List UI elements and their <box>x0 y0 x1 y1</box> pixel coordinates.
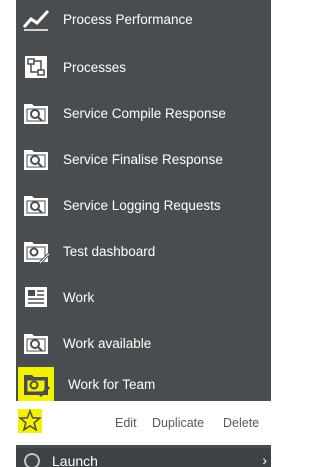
process-diagram-icon <box>25 56 47 78</box>
dashboard-search-icon <box>24 104 48 124</box>
launch-label: Launch <box>52 453 98 467</box>
launch-bar[interactable]: Launch › <box>16 448 271 467</box>
menu-item-processes[interactable]: Processes <box>16 44 271 90</box>
menu-item-label: Service Logging Requests <box>63 197 221 213</box>
menu-item-label: Test dashboard <box>63 243 156 259</box>
menu-item-label: Work available <box>63 335 152 351</box>
menu-item-work[interactable]: Work <box>16 274 271 320</box>
menu-item-label: Work <box>63 289 95 305</box>
chevron-right-icon: › <box>262 452 267 467</box>
dashboard-search-icon <box>24 150 48 170</box>
menu-item-label: Process Performance <box>63 11 193 27</box>
item-actions-row: Edit Duplicate Delete <box>16 401 271 445</box>
dashboard-edit-icon <box>24 375 50 398</box>
menu-item-service-logging-requests[interactable]: Service Logging Requests <box>16 182 271 228</box>
chart-line-icon <box>22 9 50 31</box>
navigation-panel: Process Performance Processes Service Co… <box>16 0 271 467</box>
menu-item-test-dashboard[interactable]: Test dashboard <box>16 228 271 274</box>
menu-item-label: Processes <box>63 59 127 75</box>
menu-item-label: Work for Team <box>68 376 156 392</box>
menu-item-label: Service Finalise Response <box>63 151 223 167</box>
favorite-star-icon[interactable] <box>18 408 42 433</box>
edit-link[interactable]: Edit <box>115 416 137 430</box>
dashboard-search-icon <box>24 334 48 354</box>
menu-item-process-performance[interactable]: Process Performance <box>16 0 271 38</box>
delete-link[interactable]: Delete <box>223 416 259 430</box>
work-list-icon <box>25 287 47 307</box>
menu-item-service-compile-response[interactable]: Service Compile Response <box>16 90 271 136</box>
dashboard-search-icon <box>24 196 48 216</box>
menu-item-service-finalise-response[interactable]: Service Finalise Response <box>16 136 271 182</box>
dashboard-edit-icon <box>24 242 50 265</box>
duplicate-link[interactable]: Duplicate <box>152 416 204 430</box>
menu-item-label: Service Compile Response <box>63 105 226 121</box>
launch-icon <box>24 453 40 467</box>
menu-item-work-available[interactable]: Work available <box>16 320 271 366</box>
